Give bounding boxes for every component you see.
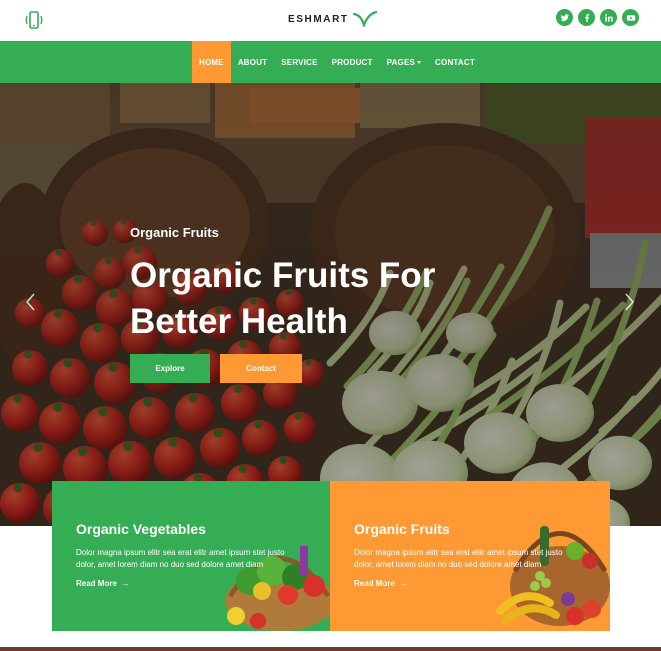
facebook-icon[interactable]: [578, 9, 595, 26]
feature-card-fruits: Organic Fruits Dolor magna ipsum elitr s…: [330, 481, 610, 631]
logo[interactable]: ESHMART: [288, 9, 377, 29]
card-title: Organic Fruits: [354, 521, 450, 537]
nav-item-label: PRODUCT: [331, 57, 373, 67]
feature-card-vegetables: Organic Vegetables Dolor magna ipsum eli…: [52, 481, 330, 631]
read-more-link[interactable]: Read More →: [354, 579, 407, 588]
chevron-down-icon: [417, 60, 422, 64]
read-more-label: Read More: [354, 579, 395, 588]
youtube-icon[interactable]: [622, 9, 639, 26]
hero-subtitle: Organic Fruits: [130, 225, 219, 240]
card-text: Dolor magna ipsum elitr sea erat elitr a…: [76, 548, 285, 569]
nav-item-service[interactable]: SERVICE: [274, 41, 324, 83]
nav-item-product[interactable]: PRODUCT: [325, 41, 380, 83]
top-bar: ESHMART: [0, 0, 661, 41]
nav-item-home[interactable]: HOME: [192, 41, 231, 83]
twitter-icon[interactable]: [556, 9, 573, 26]
card-text: Dolor magna ipsum elitr sea erat elitr a…: [354, 548, 563, 569]
carousel-prev-icon[interactable]: [24, 291, 38, 313]
nav-item-about[interactable]: ABOUT: [231, 41, 274, 83]
nav-item-pages[interactable]: PAGES: [380, 41, 428, 83]
contact-button[interactable]: Contact: [220, 354, 302, 383]
arrow-right-icon: →: [119, 579, 130, 588]
arrow-right-icon: →: [397, 579, 408, 588]
nav-item-label: PAGES: [386, 57, 416, 67]
social-links: [556, 9, 639, 26]
linkedin-icon[interactable]: [600, 9, 617, 26]
logo-text: ESHMART: [288, 13, 349, 25]
read-more-label: Read More: [76, 579, 117, 588]
nav-item-label: HOME: [199, 57, 224, 67]
nav-item-label: CONTACT: [435, 57, 475, 67]
nav-item-contact[interactable]: CONTACT: [428, 41, 482, 83]
main-nav: HOME ABOUT SERVICE PRODUCT PAGES CONTACT: [0, 41, 661, 83]
logo-check-icon: [352, 11, 377, 27]
read-more-link[interactable]: Read More →: [76, 579, 129, 588]
nav-item-label: ABOUT: [237, 57, 268, 67]
nav-item-label: SERVICE: [281, 57, 318, 67]
footer-divider: [0, 647, 661, 651]
phone-icon[interactable]: [23, 9, 45, 31]
hero-banner: Organic Fruits Organic Fruits For Better…: [0, 83, 661, 526]
card-title: Organic Vegetables: [76, 521, 206, 537]
carousel-next-icon[interactable]: [622, 291, 636, 313]
hero-title: Organic Fruits For Better Health: [130, 256, 436, 341]
explore-button[interactable]: Explore: [130, 354, 210, 383]
